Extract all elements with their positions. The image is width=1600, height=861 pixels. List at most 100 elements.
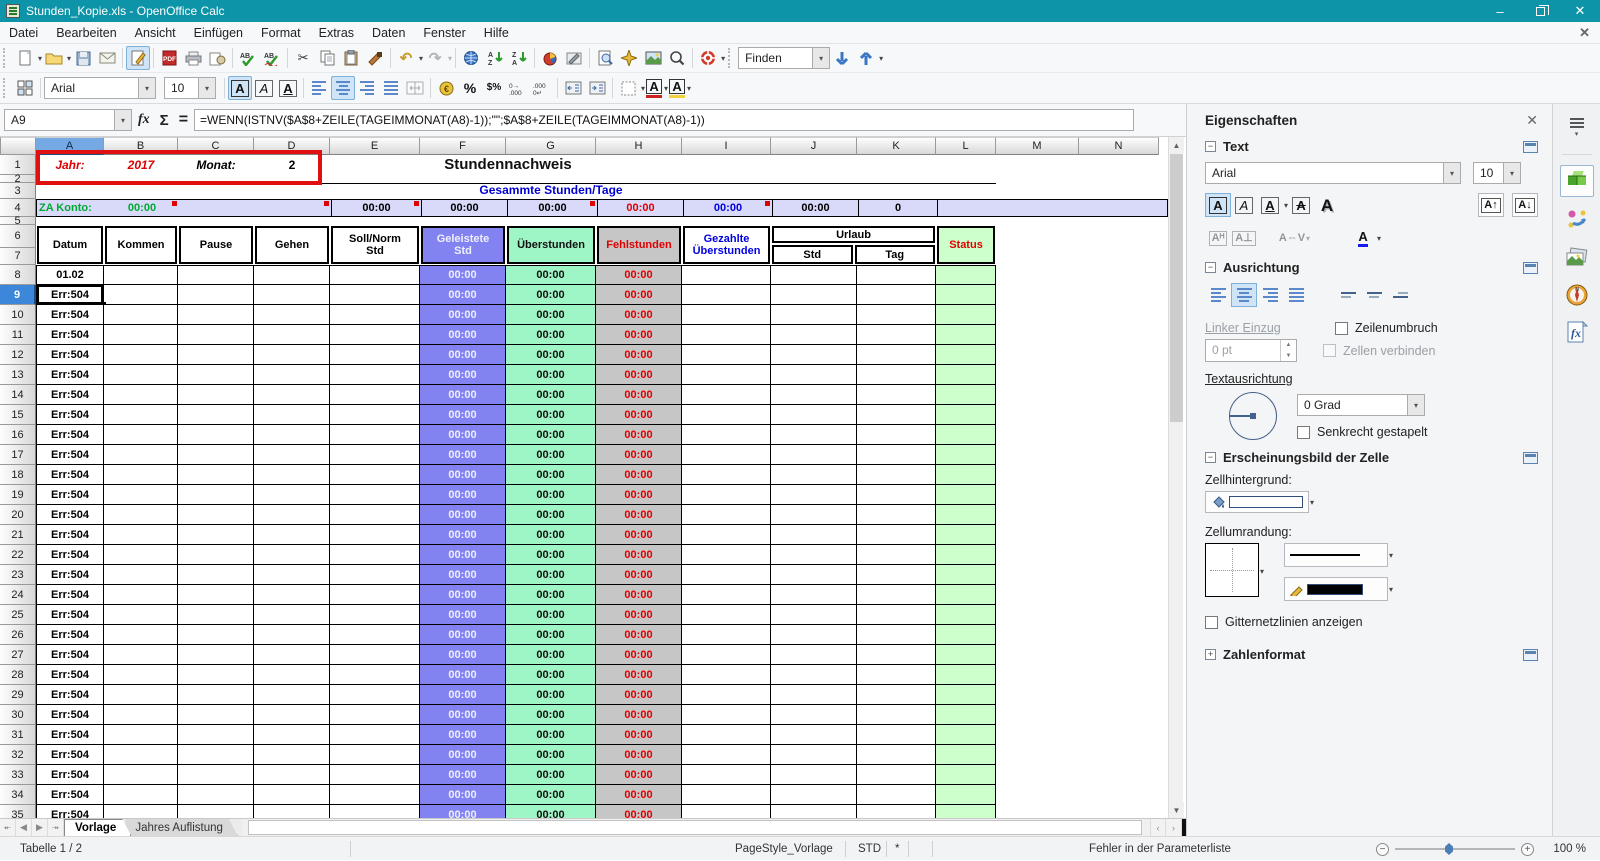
cell-L21[interactable] [936, 525, 996, 545]
cell-H32[interactable]: 00:00 [596, 745, 682, 765]
cell-D10[interactable] [254, 305, 330, 325]
align-right-button[interactable] [355, 76, 379, 100]
cell-H30[interactable]: 00:00 [596, 705, 682, 725]
cell-E16[interactable] [330, 425, 420, 445]
cell-F11[interactable]: 00:00 [420, 325, 506, 345]
cell-B35[interactable] [104, 805, 178, 818]
menu-einfuegen[interactable]: Einfügen [185, 24, 252, 42]
cell-G10[interactable]: 00:00 [506, 305, 596, 325]
cell-G32[interactable]: 00:00 [506, 745, 596, 765]
sidebar-align-center-button[interactable] [1231, 283, 1257, 307]
cell-D31[interactable] [254, 725, 330, 745]
cell-A17[interactable]: Err:504 [36, 445, 104, 465]
cell-J31[interactable] [771, 725, 857, 745]
cell-H9[interactable]: 00:00 [596, 285, 682, 305]
cell-K11[interactable] [857, 325, 936, 345]
cell-I21[interactable] [682, 525, 771, 545]
auto-spellcheck-button[interactable]: AB [260, 46, 284, 70]
cell-G16[interactable]: 00:00 [506, 425, 596, 445]
cell-F10[interactable]: 00:00 [420, 305, 506, 325]
sidebar-valign-top-button[interactable] [1335, 283, 1361, 307]
cell-H24[interactable]: 00:00 [596, 585, 682, 605]
sidebar-align-justify-button[interactable] [1283, 283, 1309, 307]
sidebar-superscript-button[interactable]: Aᴴ [1205, 226, 1231, 250]
cell-H27[interactable]: 00:00 [596, 645, 682, 665]
cell-C35[interactable] [178, 805, 254, 818]
collapse-icon[interactable]: − [1205, 141, 1216, 152]
cell-L31[interactable] [936, 725, 996, 745]
cell-D17[interactable] [254, 445, 330, 465]
sidebar-bold-button[interactable]: A [1205, 193, 1231, 217]
cell-H34[interactable]: 00:00 [596, 785, 682, 805]
cell-F8[interactable]: 00:00 [420, 265, 506, 285]
export-pdf-button[interactable]: PDF [157, 46, 181, 70]
cell-D30[interactable] [254, 705, 330, 725]
cell-H16[interactable]: 00:00 [596, 425, 682, 445]
cell-D28[interactable] [254, 665, 330, 685]
undo-button[interactable]: ↶ [394, 46, 418, 70]
cell-A32[interactable]: Err:504 [36, 745, 104, 765]
cell-L12[interactable] [936, 345, 996, 365]
zelle-dialog-launcher-icon[interactable] [1523, 451, 1538, 464]
cell-B19[interactable] [104, 485, 178, 505]
font-color-button[interactable]: A [645, 76, 663, 100]
cell-B8[interactable] [104, 265, 178, 285]
cell-K4[interactable]: 0 [858, 200, 937, 216]
find-input[interactable]: Finden ▾ [738, 47, 831, 69]
cell-I17[interactable] [682, 445, 771, 465]
row-header-7[interactable]: 7 [0, 248, 36, 265]
cell-H29[interactable]: 00:00 [596, 685, 682, 705]
cell-I13[interactable] [682, 365, 771, 385]
sidebar-italic-button[interactable]: A [1231, 193, 1257, 217]
cell-B14[interactable] [104, 385, 178, 405]
cell-A26[interactable]: Err:504 [36, 625, 104, 645]
cell-C24[interactable] [178, 585, 254, 605]
cell-E18[interactable] [330, 465, 420, 485]
bold-button[interactable]: A [228, 76, 252, 100]
cell-D35[interactable] [254, 805, 330, 818]
cell-J14[interactable] [771, 385, 857, 405]
cell-G13[interactable]: 00:00 [506, 365, 596, 385]
cell-G34[interactable]: 00:00 [506, 785, 596, 805]
cell-C4-D4[interactable] [179, 200, 331, 216]
cell-B13[interactable] [104, 365, 178, 385]
cell-C33[interactable] [178, 765, 254, 785]
sort-descending-button[interactable]: ZA [507, 46, 531, 70]
menu-format[interactable]: Format [252, 24, 310, 42]
menu-fenster[interactable]: Fenster [414, 24, 474, 42]
cell-K33[interactable] [857, 765, 936, 785]
cell-K31[interactable] [857, 725, 936, 745]
cell-F24[interactable]: 00:00 [420, 585, 506, 605]
cell-F9[interactable]: 00:00 [420, 285, 506, 305]
cell-C8[interactable] [178, 265, 254, 285]
cell-D18[interactable] [254, 465, 330, 485]
cell-J23[interactable] [771, 565, 857, 585]
close-button[interactable]: ✕ [1560, 0, 1600, 22]
cell-F32[interactable]: 00:00 [420, 745, 506, 765]
cell-E33[interactable] [330, 765, 420, 785]
delete-decimal-button[interactable]: .000 0↵ [530, 76, 554, 100]
cell-K14[interactable] [857, 385, 936, 405]
cell-E20[interactable] [330, 505, 420, 525]
formula-input[interactable]: =WENN(ISTNV($A$8+ZEILE(TAGEIMMONAT(A8)-1… [194, 109, 1135, 131]
header-gehen[interactable]: Gehen [254, 225, 330, 265]
cell-B4[interactable]: 00:00 [105, 200, 179, 216]
cell-J10[interactable] [771, 305, 857, 325]
cell-J12[interactable] [771, 345, 857, 365]
cell-J18[interactable] [771, 465, 857, 485]
spellcheck-button[interactable]: AB [236, 46, 260, 70]
add-decimal-button[interactable]: 0→ .000 [506, 76, 530, 100]
cell-H10[interactable]: 00:00 [596, 305, 682, 325]
cell-C22[interactable] [178, 545, 254, 565]
cell-C9[interactable] [178, 285, 254, 305]
menu-hilfe[interactable]: Hilfe [475, 24, 518, 42]
column-header-N[interactable]: N [1079, 137, 1159, 155]
row-header-10[interactable]: 10 [0, 305, 36, 325]
cell-I22[interactable] [682, 545, 771, 565]
row-header-14[interactable]: 14 [0, 385, 36, 405]
cell-B21[interactable] [104, 525, 178, 545]
cell-E9[interactable] [330, 285, 420, 305]
increase-indent-button[interactable] [585, 76, 609, 100]
cell-B11[interactable] [104, 325, 178, 345]
cell-L24[interactable] [936, 585, 996, 605]
